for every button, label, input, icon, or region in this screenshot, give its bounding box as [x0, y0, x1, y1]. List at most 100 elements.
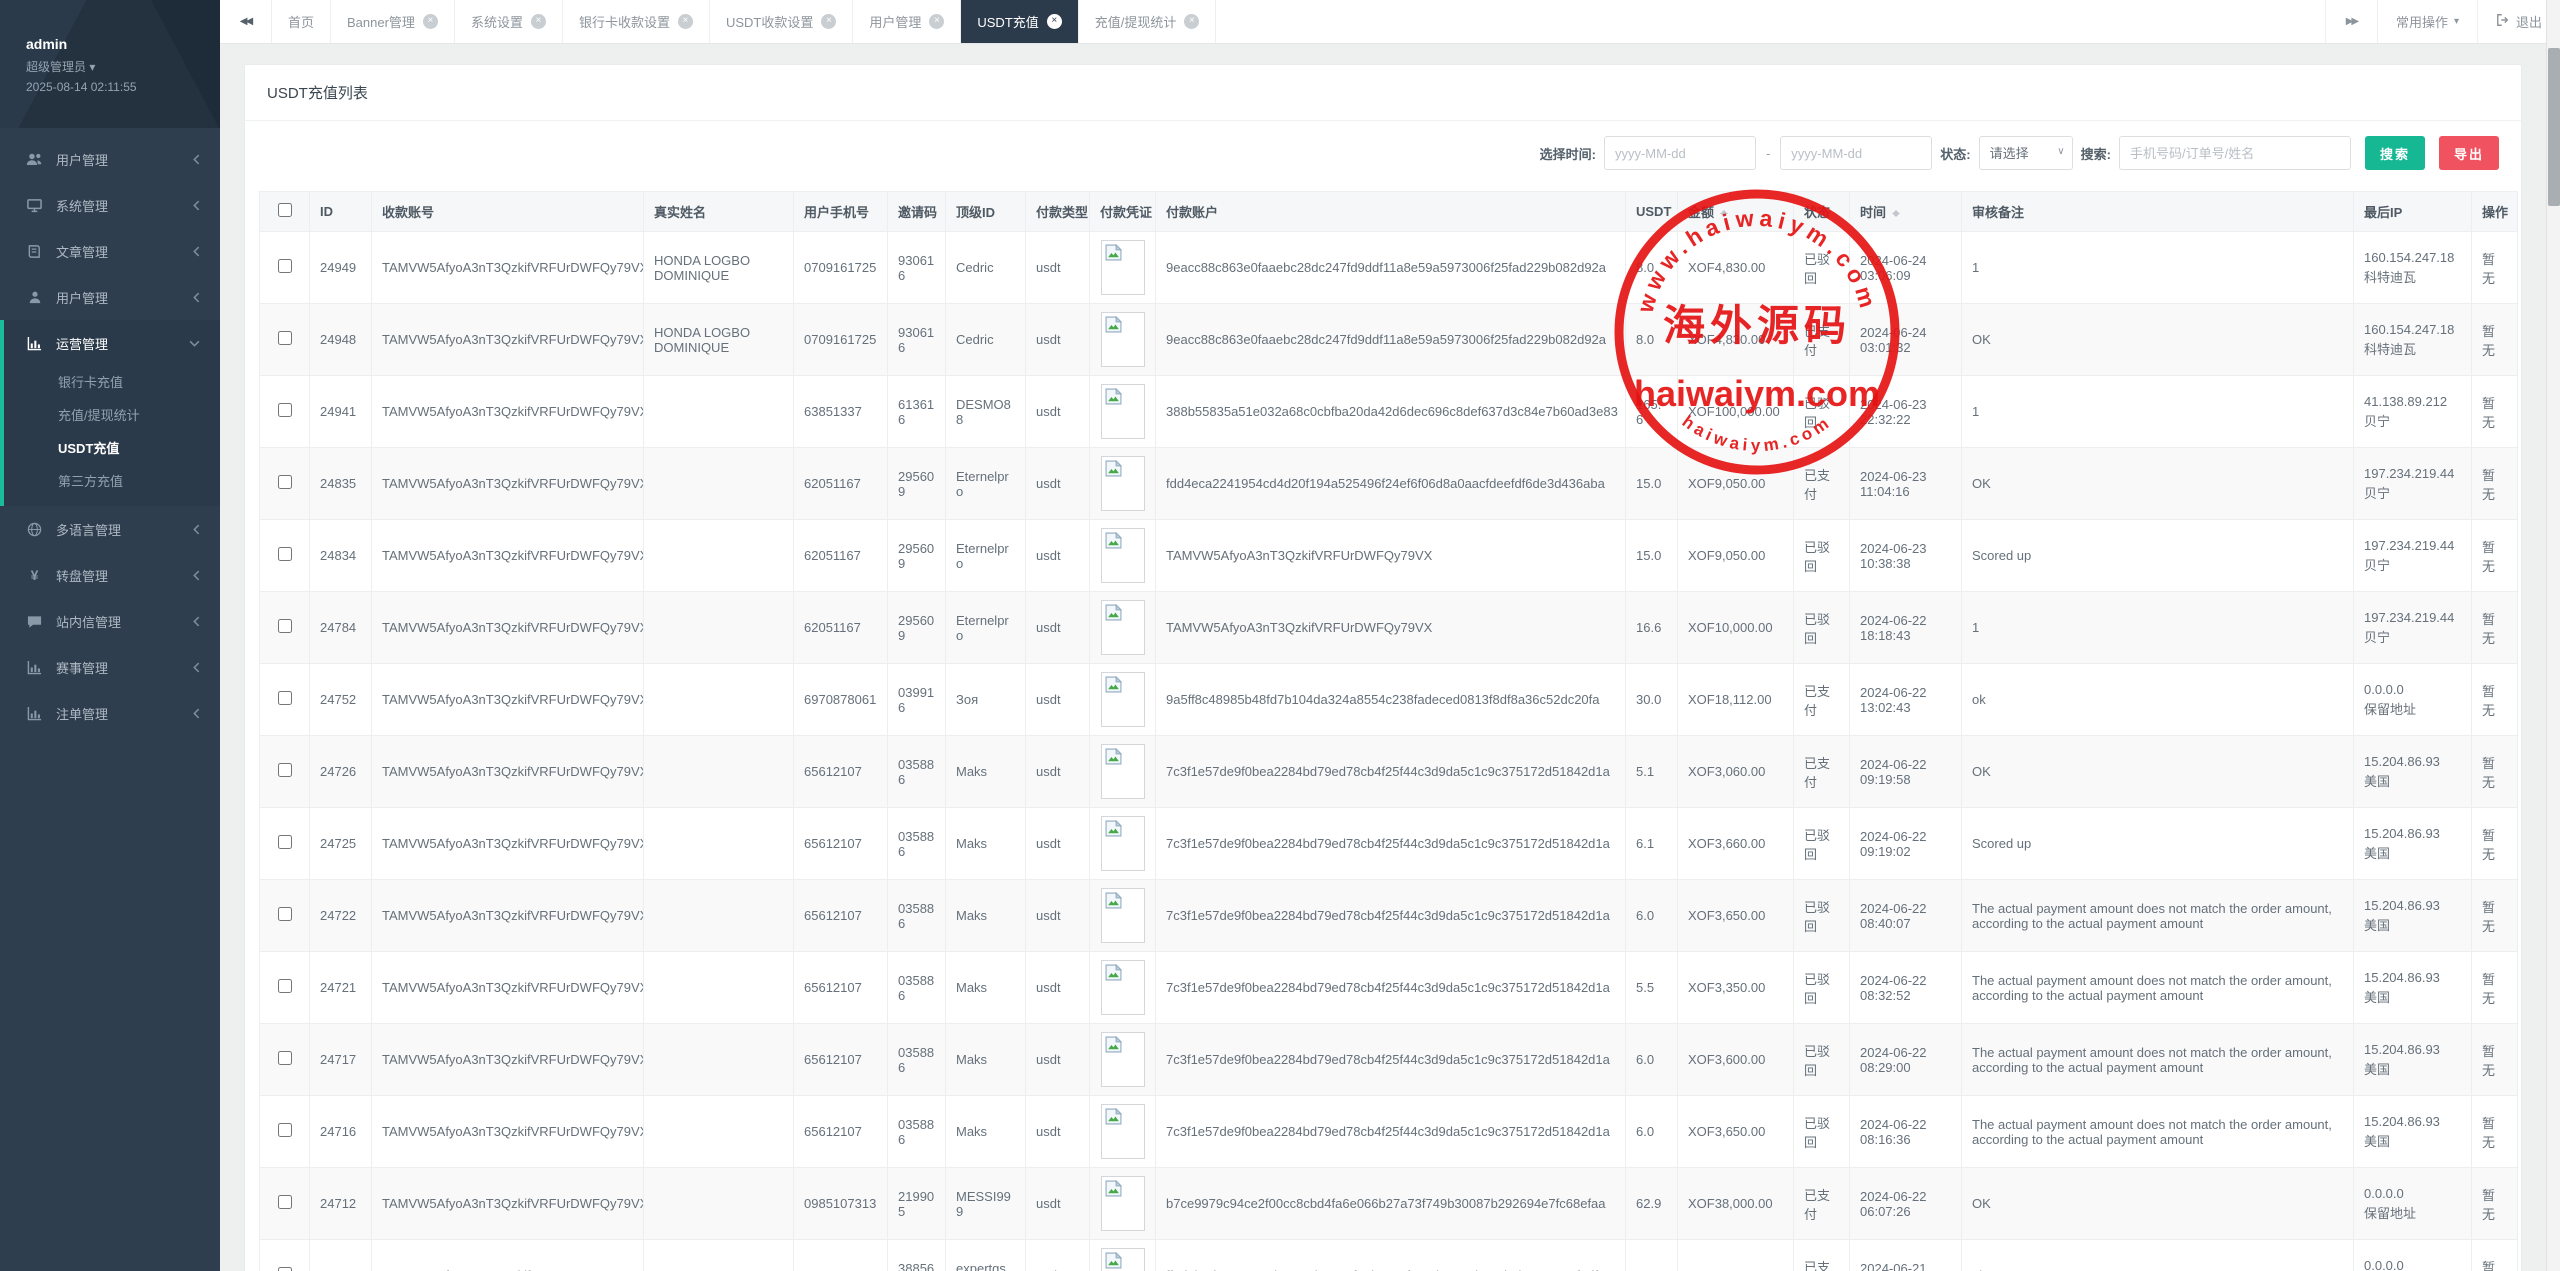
cell-checkbox [260, 808, 310, 880]
cell-phone: 62051167 [794, 520, 888, 592]
cell-amount: XOF6,000.00 [1678, 1240, 1794, 1271]
row-checkbox[interactable] [278, 835, 292, 849]
column-header-id: ID [310, 192, 372, 232]
cell-voucher [1090, 376, 1156, 448]
tab-close-icon[interactable]: × [531, 14, 546, 29]
vertical-scrollbar[interactable] [2546, 0, 2560, 1271]
row-checkbox[interactable] [278, 907, 292, 921]
cell-checkbox [260, 1024, 310, 1096]
sidebar-item-系统管理[interactable]: 系统管理 [0, 182, 220, 228]
date-to-input[interactable] [1780, 136, 1932, 170]
sidebar-item-站内信管理[interactable]: 站内信管理 [0, 598, 220, 644]
tabs-scroll-left-button[interactable]: ◀◀ [220, 0, 272, 43]
payment-voucher-thumbnail[interactable] [1101, 312, 1145, 367]
payment-voucher-thumbnail[interactable] [1101, 528, 1145, 583]
payment-voucher-thumbnail[interactable] [1101, 1032, 1145, 1087]
row-checkbox[interactable] [278, 1051, 292, 1065]
monitor-icon [26, 198, 43, 213]
cell-topid: Eternelpro [946, 592, 1026, 664]
row-checkbox[interactable] [278, 1267, 292, 1271]
tab-close-icon[interactable]: × [1047, 14, 1062, 29]
row-checkbox[interactable] [278, 1123, 292, 1137]
tab-close-icon[interactable]: × [821, 14, 836, 29]
tab-系统设置[interactable]: 系统设置× [455, 0, 563, 43]
row-checkbox[interactable] [278, 547, 292, 561]
row-checkbox[interactable] [278, 979, 292, 993]
sidebar-item-赛事管理[interactable]: 赛事管理 [0, 644, 220, 690]
cell-phone: 65612107 [794, 1096, 888, 1168]
sidebar-item-用户管理[interactable]: 用户管理 [0, 136, 220, 182]
sidebar-subitem-银行卡充值[interactable]: 银行卡充值 [4, 366, 220, 399]
column-header-amount[interactable]: 金额 [1678, 192, 1794, 232]
tab-close-icon[interactable]: × [929, 14, 944, 29]
column-header-invite: 邀请码 [888, 192, 946, 232]
row-checkbox[interactable] [278, 331, 292, 345]
tabs-scroll-right-button[interactable]: ▶▶ [2325, 0, 2377, 43]
payment-voucher-thumbnail[interactable] [1101, 456, 1145, 511]
payment-voucher-thumbnail[interactable] [1101, 1248, 1145, 1271]
row-checkbox[interactable] [278, 475, 292, 489]
row-checkbox[interactable] [278, 619, 292, 633]
column-header-time[interactable]: 时间 [1850, 192, 1962, 232]
sidebar-group: 文章管理 [0, 228, 220, 274]
search-button[interactable]: 搜索 [2365, 136, 2425, 170]
common-operations-menu[interactable]: 常用操作▾ [2377, 0, 2477, 43]
payment-voucher-thumbnail[interactable] [1101, 816, 1145, 871]
sidebar-item-运营管理[interactable]: 运营管理 [4, 320, 220, 366]
admin-role-dropdown[interactable]: 超级管理员 ▾ [26, 58, 220, 75]
tab-USDT收款设置[interactable]: USDT收款设置× [710, 0, 853, 43]
sidebar-subitem-第三方充值[interactable]: 第三方充值 [4, 465, 220, 498]
date-from-input[interactable] [1604, 136, 1756, 170]
cell-voucher [1090, 592, 1156, 664]
payment-voucher-thumbnail[interactable] [1101, 1176, 1145, 1231]
payment-voucher-thumbnail[interactable] [1101, 744, 1145, 799]
sidebar-item-文章管理[interactable]: 文章管理 [0, 228, 220, 274]
tab-银行卡收款设置[interactable]: 银行卡收款设置× [563, 0, 710, 43]
tab-Banner管理[interactable]: Banner管理× [331, 0, 455, 43]
payment-voucher-thumbnail[interactable] [1101, 240, 1145, 295]
select-all-checkbox[interactable] [278, 203, 292, 217]
tab-close-icon[interactable]: × [1184, 14, 1199, 29]
cell-name [644, 1168, 794, 1240]
tab-用户管理[interactable]: 用户管理× [853, 0, 961, 43]
tab-close-icon[interactable]: × [423, 14, 438, 29]
search-input[interactable] [2119, 136, 2351, 170]
status-select[interactable]: 请选择 [1979, 136, 2073, 170]
payment-voucher-thumbnail[interactable] [1101, 888, 1145, 943]
tab-USDT充值[interactable]: USDT充值× [961, 0, 1078, 43]
export-button[interactable]: 导出 [2439, 136, 2499, 170]
tab-close-icon[interactable]: × [678, 14, 693, 29]
row-checkbox[interactable] [278, 691, 292, 705]
payment-voucher-thumbnail[interactable] [1101, 1104, 1145, 1159]
cell-status: 已支付 [1794, 736, 1850, 808]
cell-amount: XOF4,830.00 [1678, 232, 1794, 304]
tab-首页[interactable]: 首页 [272, 0, 331, 43]
cell-time: 2024-06-22 06:07:26 [1850, 1168, 1962, 1240]
sidebar-item-注单管理[interactable]: 注单管理 [0, 690, 220, 736]
cell-payaccount: 7c3f1e57de9f0bea2284bd79ed78cb4f25f44c3d… [1156, 736, 1626, 808]
sidebar-item-用户管理[interactable]: 用户管理 [0, 274, 220, 320]
payment-voucher-thumbnail[interactable] [1101, 672, 1145, 727]
cell-ip: 197.234.219.44贝宁 [2354, 520, 2472, 592]
row-checkbox[interactable] [278, 259, 292, 273]
payment-voucher-thumbnail[interactable] [1101, 600, 1145, 655]
payment-voucher-thumbnail[interactable] [1101, 960, 1145, 1015]
sidebar-subitem-充值/提现统计[interactable]: 充值/提现统计 [4, 399, 220, 432]
cell-time: 2024-06-22 08:16:36 [1850, 1096, 1962, 1168]
cell-status: 已驳回 [1794, 376, 1850, 448]
row-checkbox[interactable] [278, 403, 292, 417]
sort-icons[interactable] [1720, 206, 1728, 221]
cell-time: 2024-06-22 08:40:07 [1850, 880, 1962, 952]
sidebar-item-转盘管理[interactable]: ¥转盘管理 [0, 552, 220, 598]
sidebar-subitem-USDT充值[interactable]: USDT充值 [4, 432, 220, 465]
cell-remark: OK [1962, 736, 2354, 808]
cell-checkbox [260, 952, 310, 1024]
row-checkbox[interactable] [278, 763, 292, 777]
tab-充值/提现统计[interactable]: 充值/提现统计× [1079, 0, 1217, 43]
chevron-left-icon [193, 662, 200, 673]
sidebar-item-多语言管理[interactable]: 多语言管理 [0, 506, 220, 552]
payment-voucher-thumbnail[interactable] [1101, 384, 1145, 439]
scrollbar-thumb[interactable] [2548, 48, 2560, 206]
sort-icons[interactable] [1892, 206, 1900, 221]
row-checkbox[interactable] [278, 1195, 292, 1209]
